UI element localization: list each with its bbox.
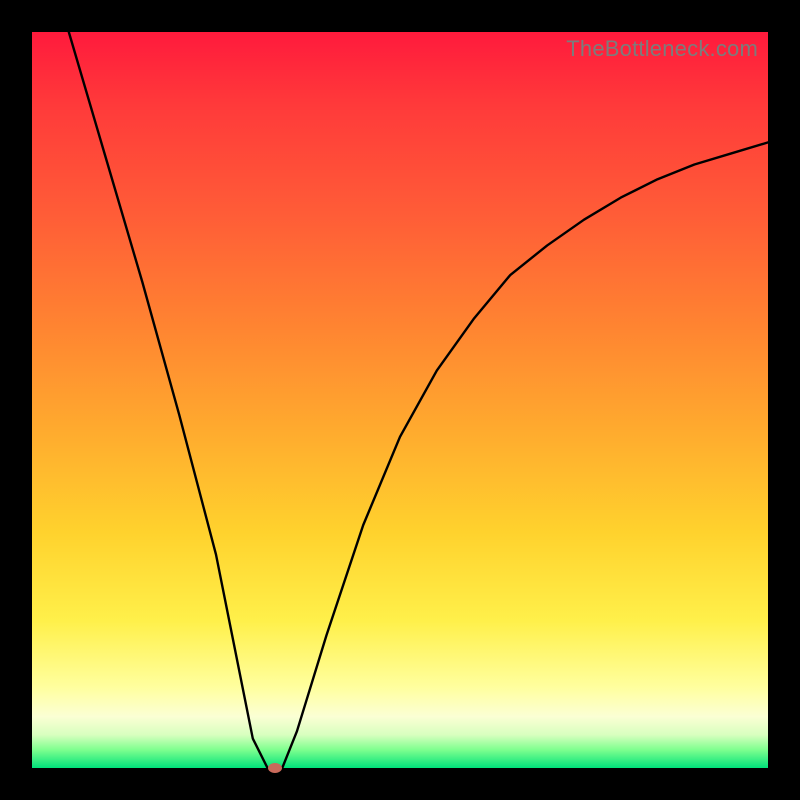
chart-frame: TheBottleneck.com [0,0,800,800]
optimal-marker [268,763,282,773]
bottleneck-curve [69,32,768,768]
plot-area: TheBottleneck.com [32,32,768,768]
curve-layer [32,32,768,768]
